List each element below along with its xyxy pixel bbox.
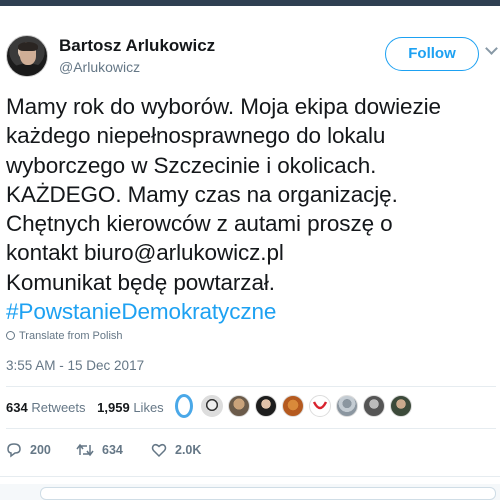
tweet-line: Mamy rok do wyborów. Moja ekipa dowiezie: [6, 94, 441, 119]
retweet-count: 634: [102, 443, 123, 457]
follow-button[interactable]: Follow: [385, 37, 479, 71]
liker-avatar[interactable]: [201, 395, 223, 417]
reply-button[interactable]: 200: [6, 440, 51, 460]
author-name[interactable]: Bartosz Arlukowicz: [59, 36, 215, 56]
tweet-line: KAŻDEGO. Mamy czas na organizację.: [6, 181, 398, 207]
likes-count[interactable]: 1,959: [97, 400, 130, 415]
hashtag-link[interactable]: #PowstanieDemokratyczne: [6, 297, 500, 326]
globe-icon: [6, 331, 15, 340]
reply-count: 200: [30, 443, 51, 457]
retweets-count[interactable]: 634: [6, 400, 28, 415]
tweet-line: każdego niepełnosprawnego do lokalu: [6, 123, 386, 149]
translate-link[interactable]: Translate from Polish: [6, 330, 123, 342]
like-button[interactable]: 2.0K: [151, 440, 201, 460]
translate-label: Translate from Polish: [19, 330, 123, 342]
retweets-label[interactable]: Retweets: [31, 400, 85, 415]
retweet-icon: [76, 443, 94, 457]
heart-logo-icon: [312, 401, 328, 410]
author-handle[interactable]: @Arlukowicz: [59, 59, 140, 75]
engagement-stats: 634 Retweets 1,959 Likes: [6, 400, 164, 415]
tweet-line: Komunikat będę powtarzał.: [6, 269, 275, 295]
divider: [0, 476, 500, 477]
liker-avatar[interactable]: [282, 395, 304, 417]
tweet-actions: 200 634 2.0K: [6, 440, 306, 460]
liker-avatar[interactable]: [390, 395, 412, 417]
reply-box-strip: [0, 484, 500, 500]
like-count: 2.0K: [175, 443, 202, 457]
liker-avatar[interactable]: [309, 395, 331, 417]
chevron-down-icon[interactable]: [485, 42, 498, 55]
tweet-timestamp[interactable]: 3:55 AM - 15 Dec 2017: [6, 358, 144, 373]
likes-label[interactable]: Likes: [133, 400, 163, 415]
tweet-text: Mamy rok do wyborów. Moja ekipa dowiezie…: [6, 92, 500, 326]
top-bar: [0, 0, 500, 6]
divider: [6, 386, 496, 387]
tweet-line: Chętnych kierowców z autami proszę o: [6, 211, 393, 237]
tweet-line: wyborczego w Szczecinie i okolicach.: [6, 152, 377, 178]
heart-icon: [151, 443, 167, 458]
liker-avatar[interactable]: [228, 395, 250, 417]
divider: [6, 428, 496, 429]
liker-avatar[interactable]: [255, 395, 277, 417]
reply-icon: [7, 443, 21, 458]
tweet-line: kontakt biuro@arlukowicz.pl: [6, 240, 284, 266]
avatar[interactable]: [6, 35, 48, 77]
reply-input[interactable]: [40, 487, 496, 500]
liker-avatar[interactable]: [175, 394, 193, 418]
liker-avatar[interactable]: [336, 395, 358, 417]
liker-avatar[interactable]: [363, 395, 385, 417]
retweet-button[interactable]: 634: [76, 440, 123, 460]
